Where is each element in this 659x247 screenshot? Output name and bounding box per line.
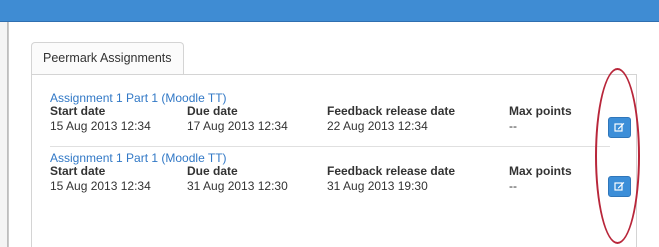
due-date-header: Due date	[187, 164, 238, 178]
start-date-column: Start date 15 Aug 2013 12:34	[50, 164, 151, 194]
feedback-date-value: 22 Aug 2013 12:34	[327, 119, 428, 133]
feedback-date-column: Feedback release date 22 Aug 2013 12:34	[327, 104, 455, 134]
edit-assignment-button[interactable]	[608, 117, 631, 138]
due-date-value: 17 Aug 2013 12:34	[187, 119, 288, 133]
top-navigation-bar	[0, 0, 659, 22]
assignment-row: Assignment 1 Part 1 (Moodle TT) Start da…	[50, 91, 610, 141]
feedback-date-header: Feedback release date	[327, 164, 456, 178]
feedback-date-header: Feedback release date	[327, 104, 456, 118]
start-date-header: Start date	[50, 104, 106, 118]
edit-icon	[614, 123, 625, 132]
feedback-date-column: Feedback release date 31 Aug 2013 19:30	[327, 164, 455, 194]
assignment-title-link[interactable]: Assignment 1 Part 1 (Moodle TT)	[50, 151, 227, 165]
start-date-value: 15 Aug 2013 12:34	[50, 119, 151, 133]
edit-assignment-button[interactable]	[608, 176, 631, 197]
assignment-row: Assignment 1 Part 1 (Moodle TT) Start da…	[50, 151, 610, 201]
max-points-header: Max points	[509, 104, 572, 118]
due-date-column: Due date 17 Aug 2013 12:34	[187, 104, 288, 134]
due-date-header: Due date	[187, 104, 238, 118]
start-date-header: Start date	[50, 164, 106, 178]
max-points-value: --	[509, 179, 517, 193]
assignment-title-link[interactable]: Assignment 1 Part 1 (Moodle TT)	[50, 91, 227, 105]
row-divider	[50, 146, 610, 147]
max-points-header: Max points	[509, 164, 572, 178]
due-date-column: Due date 31 Aug 2013 12:30	[187, 164, 288, 194]
left-border	[0, 22, 8, 247]
max-points-column: Max points --	[509, 164, 572, 194]
tab-peermark-assignments[interactable]: Peermark Assignments	[31, 42, 184, 75]
due-date-value: 31 Aug 2013 12:30	[187, 179, 288, 193]
max-points-value: --	[509, 119, 517, 133]
start-date-column: Start date 15 Aug 2013 12:34	[50, 104, 151, 134]
feedback-date-value: 31 Aug 2013 19:30	[327, 179, 428, 193]
start-date-value: 15 Aug 2013 12:34	[50, 179, 151, 193]
max-points-column: Max points --	[509, 104, 572, 134]
edit-icon	[614, 182, 625, 191]
